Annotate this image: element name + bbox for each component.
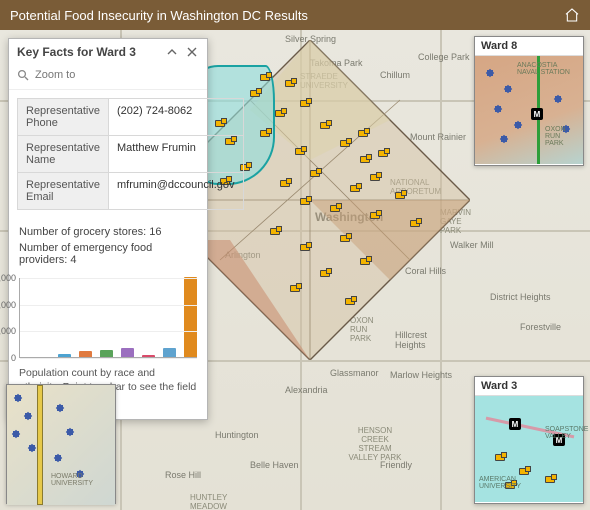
popup-title: Key Facts for Ward 3 [17,45,159,59]
place-label: Friendly [380,460,412,470]
attr-key: Representative Name [18,136,109,173]
zoom-to-label: Zoom to [35,69,75,81]
place-label: District Heights [490,292,551,302]
popup-attributes-table: Representative Phone(202) 724-8062 Repre… [17,98,244,210]
place-label: HUNTLEY MEADOW [190,493,235,510]
home-icon[interactable] [564,7,580,23]
table-row: Representative NameMatthew Frumin [18,136,244,173]
inset-label: AMERICAN UNIVERSITY [479,476,525,490]
chart-bar[interactable] [121,348,134,357]
main-map[interactable]: Silver Spring Takoma Park Chillum Colleg… [0,30,590,510]
inset-map-ward3[interactable]: Ward 3 M M SOAPSTONE VALLEY AMERICAN UNI… [474,376,584,504]
attr-val: (202) 724-8062 [109,99,244,136]
fact-emergency: Number of emergency food providers: 4 [19,242,197,266]
place-label: Rose Hill [165,470,201,480]
metro-icon: M [531,108,543,120]
attr-key: Representative Email [18,173,109,210]
popup-header: Key Facts for Ward 3 [9,39,207,65]
place-label: Huntington [215,430,259,440]
chart-bar[interactable] [79,351,92,357]
app-header: Potential Food Insecurity in Washington … [0,0,590,30]
inset-body: M ANACOSTIA NAVAL STATION OXON RUN PARK [475,56,583,164]
popup-chart[interactable]: 020,00040,00060,000 [9,274,207,364]
chart-bar[interactable] [100,350,113,357]
magnifier-icon [17,69,29,81]
chart-bar[interactable] [58,354,71,357]
fact-groceries: Number of grocery stores: 16 [19,226,197,238]
chart-bar[interactable] [142,355,155,357]
place-label: HENSON CREEK STREAM VALLEY PARK [345,426,405,462]
metro-icon: M [509,418,521,430]
inset-body: HOWARD UNIVERSITY [7,385,115,505]
chart-bar[interactable] [184,277,197,357]
chart-bar[interactable] [163,348,176,357]
collapse-icon[interactable] [165,45,179,59]
attr-val: mfrumin@dccouncil.gov [109,173,244,210]
place-label: Glassmanor [330,368,379,378]
attr-val: Matthew Frumin [109,136,244,173]
place-label: Marlow Heights [390,370,452,380]
inset-label: HOWARD UNIVERSITY [51,473,97,487]
inset-label: ANACOSTIA NAVAL STATION [517,62,577,76]
table-row: Representative Emailmfrumin@dccouncil.go… [18,173,244,210]
metro-icon: M [553,434,565,446]
feature-popup: Key Facts for Ward 3 Zoom to Representat… [8,38,208,420]
inset-title: Ward 3 [475,377,583,396]
app-root: Potential Food Insecurity in Washington … [0,0,590,510]
inset-map-ward8[interactable]: Ward 8 M ANACOSTIA NAVAL STATION OXON RU… [474,36,584,166]
inset-body: M M SOAPSTONE VALLEY AMERICAN UNIVERSITY [475,396,583,502]
popup-facts: Number of grocery stores: 16 Number of e… [9,218,207,274]
close-icon[interactable] [185,45,199,59]
inset-title: Ward 8 [475,37,583,56]
place-label: Belle Haven [250,460,299,470]
zoom-to-button[interactable]: Zoom to [9,65,207,90]
place-label: Alexandria [285,385,328,395]
attr-key: Representative Phone [18,99,109,136]
inset-map-bottom-left[interactable]: HOWARD UNIVERSITY [6,384,116,504]
place-label: Forestville [520,322,561,332]
app-title: Potential Food Insecurity in Washington … [10,8,308,23]
table-row: Representative Phone(202) 724-8062 [18,99,244,136]
